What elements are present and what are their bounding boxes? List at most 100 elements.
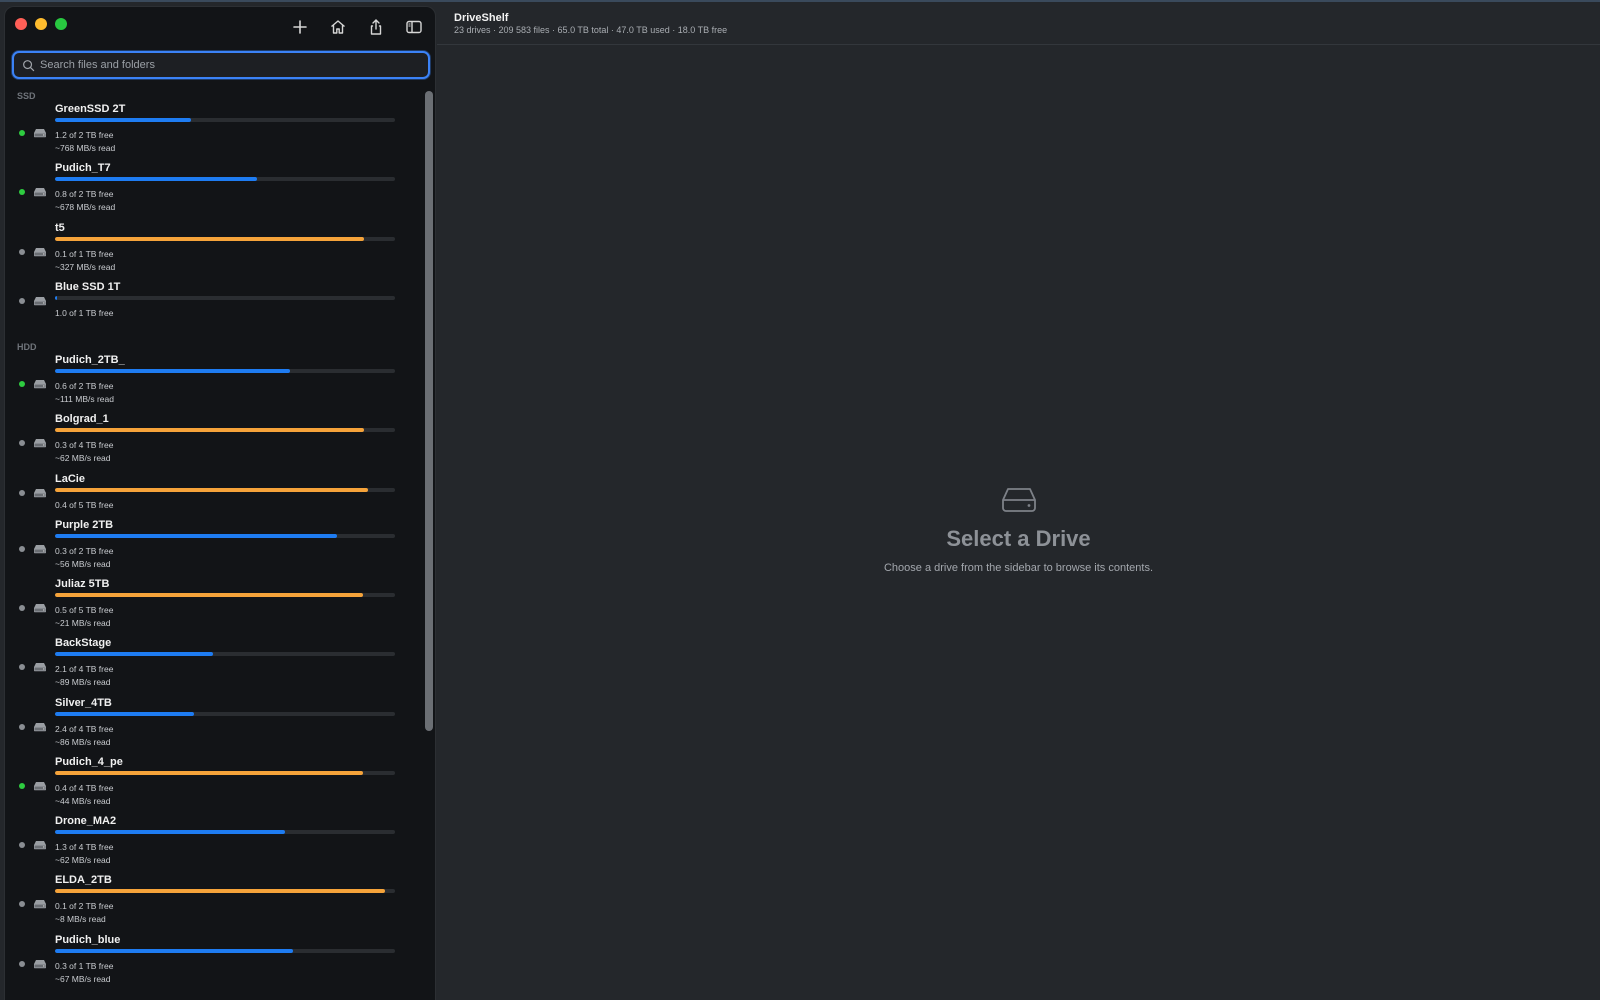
window-controls [15, 18, 67, 30]
drive-name: LaCie [55, 472, 85, 485]
drive-name: Silver_4TB [55, 696, 112, 709]
usage-bar-fill [55, 369, 290, 373]
offline-status-dot [19, 248, 25, 255]
drive-list-item[interactable]: Purple 2TB 0.3 of 2 TB free ~56 MB/s read [5, 519, 415, 577]
library-summary: 23 drives · 209 583 files · 65.0 TB tota… [454, 25, 728, 35]
drive-name: ELDA_2TB [55, 874, 112, 887]
usage-bar [55, 533, 395, 538]
drive-list-item[interactable]: Pudich_2TB_ 0.6 of 2 TB free ~111 MB/s rea… [5, 354, 415, 412]
drive-list-item[interactable]: GreenSSD 2T 1.2 of 2 TB free ~768 MB/s rea… [5, 103, 415, 161]
free-space-label: 1.3 of 4 TB free [55, 842, 114, 853]
search-input[interactable] [40, 59, 410, 71]
drive-list-item[interactable]: BackStage 2.1 of 4 TB free ~89 MB/s read [5, 637, 415, 695]
hard-drive-icon [33, 187, 47, 197]
read-speed-label: ~56 MB/s read [55, 558, 111, 569]
hard-drive-icon [33, 662, 47, 672]
drive-name: t5 [55, 221, 65, 234]
share-icon [370, 19, 382, 35]
hard-drive-icon [33, 840, 47, 850]
drive-list-item[interactable]: Blue SSD 1T 1.0 of 1 TB free [5, 281, 415, 339]
toggle-sidebar-button[interactable] [399, 14, 429, 40]
usage-bar-fill [55, 118, 191, 122]
online-status-dot [19, 381, 25, 387]
close-window-button[interactable] [15, 18, 27, 30]
usage-bar-fill [55, 652, 214, 657]
usage-bar [55, 295, 395, 300]
drive-name: Purple 2TB [55, 518, 114, 531]
free-space-label: 0.3 of 1 TB free [55, 960, 114, 971]
drive-list-item[interactable]: Silver_4TB 2.4 of 4 TB free ~86 MB/s read [5, 697, 415, 755]
usage-bar [55, 948, 395, 953]
drive-icon [1000, 485, 1038, 513]
drive-list-item[interactable]: Drone_MA2 1.3 of 4 TB free ~62 MB/s read [5, 815, 415, 873]
usage-bar-fill [55, 533, 338, 538]
usage-bar [55, 369, 395, 373]
usage-bar-fill [55, 592, 363, 597]
drive-list-item[interactable]: Bolgrad_1 0.3 of 4 TB free ~62 MB/s read [5, 413, 415, 471]
drive-list-item[interactable]: Pudich_T7 0.8 of 2 TB free ~678 MB/s read [5, 162, 415, 220]
share-button[interactable] [361, 14, 391, 40]
hard-drive-icon [33, 128, 47, 138]
free-space-label: 0.1 of 1 TB free [55, 248, 114, 259]
usage-bar [55, 830, 395, 835]
empty-state-title: Select a Drive [946, 526, 1091, 551]
free-space-label: 0.6 of 2 TB free [55, 381, 114, 391]
free-space-label: 0.3 of 2 TB free [55, 545, 114, 556]
offline-status-dot [19, 723, 25, 730]
offline-status-dot [19, 960, 25, 967]
free-space-label: 0.3 of 4 TB free [55, 440, 114, 451]
usage-bar [55, 592, 395, 597]
free-space-label: 2.4 of 4 TB free [55, 723, 114, 734]
main-header: DriveShelf 23 drives · 209 583 files · 6… [437, 0, 1600, 45]
drive-name: Pudich_T7 [55, 162, 111, 175]
free-space-label: 0.4 of 5 TB free [55, 499, 114, 510]
usage-bar-fill [55, 295, 57, 300]
section-header: SSD [17, 91, 36, 101]
usage-bar [55, 770, 395, 775]
search-field[interactable] [12, 51, 430, 79]
home-button[interactable] [323, 14, 353, 40]
usage-bar-fill [55, 236, 365, 241]
free-space-label: 0.4 of 4 TB free [55, 782, 114, 793]
usage-bar [55, 428, 395, 433]
free-space-label: 0.8 of 2 TB free [55, 189, 114, 200]
drive-name: BackStage [55, 637, 112, 650]
hard-drive-icon [33, 899, 47, 909]
drive-list-item[interactable]: Juliaz 5TB 0.5 of 5 TB free ~21 MB/s read [5, 578, 415, 636]
usage-bar-fill [55, 830, 285, 835]
zoom-window-button[interactable] [55, 18, 67, 30]
read-speed-label: ~67 MB/s read [55, 973, 111, 984]
hard-drive-icon [33, 722, 47, 732]
read-speed-label: ~768 MB/s read [55, 143, 116, 153]
offline-status-dot [19, 901, 25, 908]
usage-bar-fill [55, 177, 258, 182]
usage-bar [55, 487, 395, 492]
drive-list-item[interactable]: t5 0.1 of 1 TB free ~327 MB/s read [5, 222, 415, 280]
drive-name: Juliaz 5TB [55, 577, 110, 590]
minimize-window-button[interactable] [35, 18, 47, 30]
free-space-label: 0.5 of 5 TB free [55, 604, 114, 615]
free-space-label: 0.1 of 2 TB free [55, 901, 114, 912]
drive-list-item[interactable]: ELDA_2TB 0.1 of 2 TB free ~8 MB/s read [5, 874, 415, 932]
hard-drive-icon [33, 959, 47, 969]
online-status-dot [19, 130, 25, 136]
drive-name: Bolgrad_1 [55, 413, 109, 426]
drive-name: Pudich_4_pe [55, 755, 123, 768]
usage-bar [55, 177, 395, 182]
read-speed-label: ~111 MB/s read [55, 394, 114, 404]
offline-status-dot [19, 440, 25, 447]
drive-list-item[interactable]: Pudich_blue 0.3 of 1 TB free ~67 MB/s read [5, 934, 415, 992]
hard-drive-icon [33, 296, 47, 306]
usage-bar-fill [55, 948, 293, 953]
drive-list-item[interactable]: Pudich_4_pe 0.4 of 4 TB free ~44 MB/s read [5, 756, 415, 814]
usage-bar [55, 711, 395, 716]
usage-bar-fill [55, 770, 363, 775]
usage-bar [55, 652, 395, 657]
free-space-label: 2.1 of 4 TB free [55, 664, 114, 675]
free-space-label: 1.0 of 1 TB free [55, 307, 114, 318]
sidebar-scrollbar[interactable] [425, 91, 433, 731]
read-speed-label: ~89 MB/s read [55, 677, 111, 688]
usage-bar [55, 889, 395, 894]
add-drive-button[interactable] [285, 14, 315, 40]
plus-icon [293, 20, 307, 34]
